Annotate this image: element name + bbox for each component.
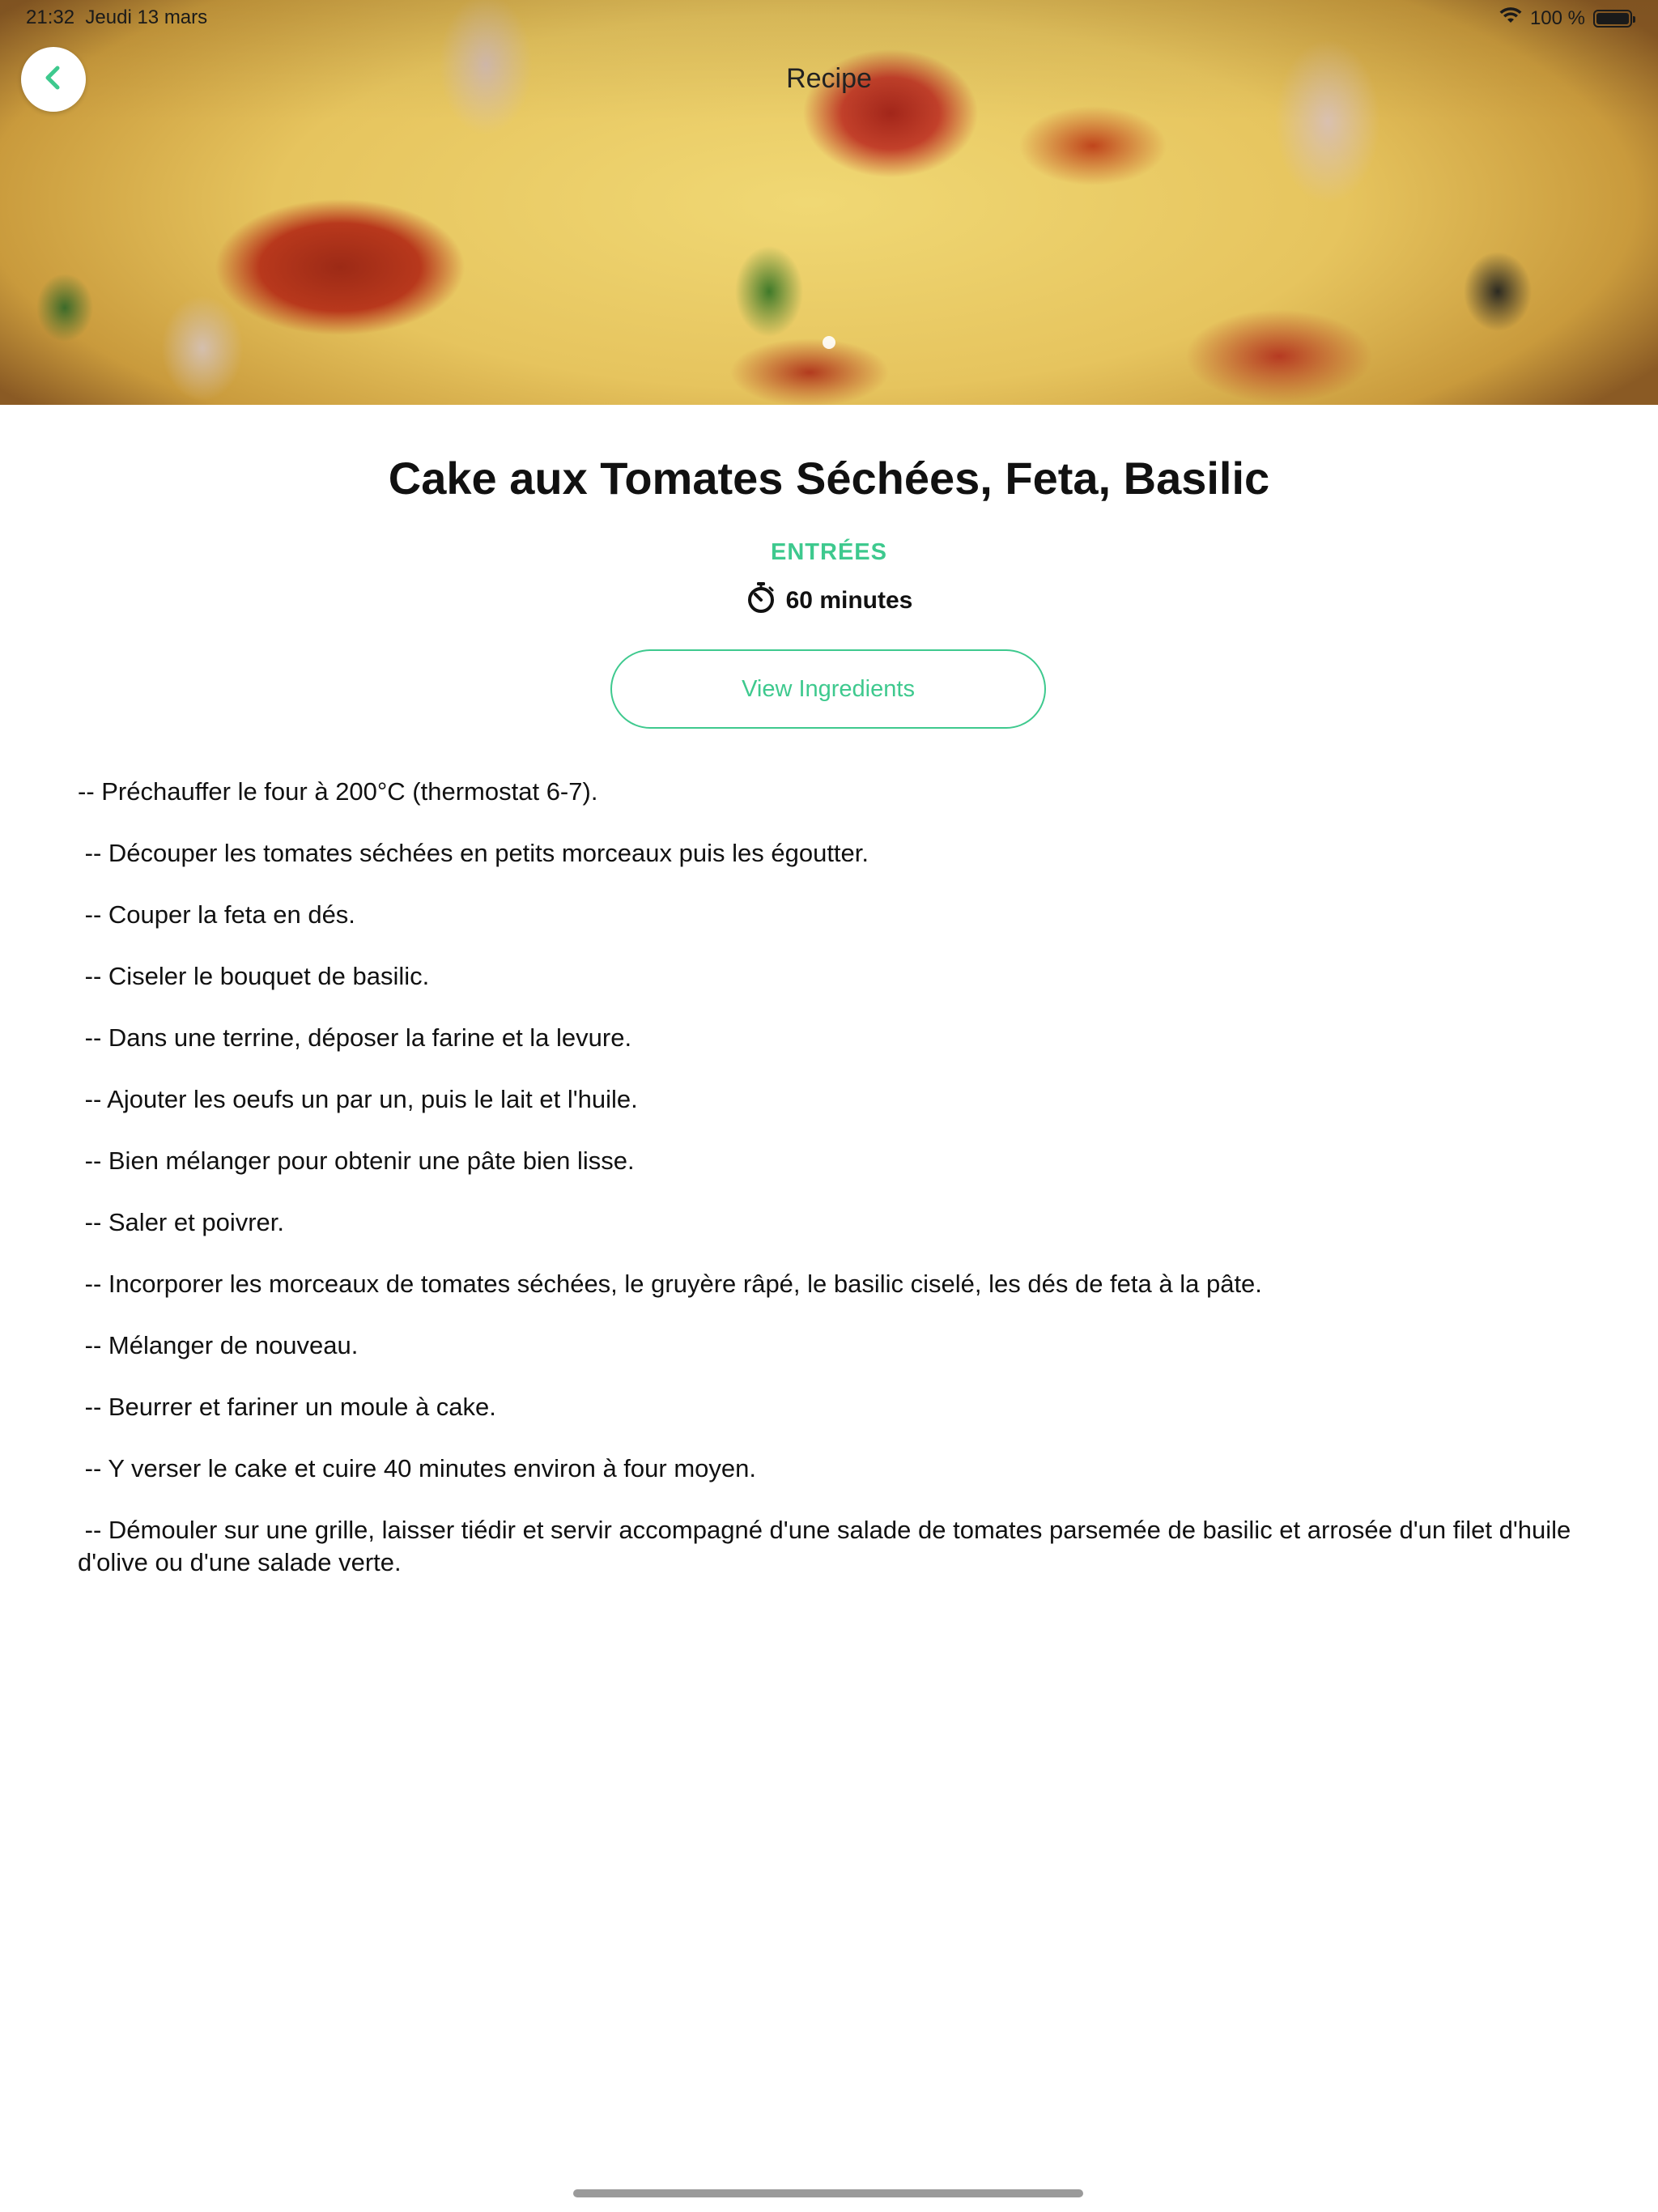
status-date: Jeudi 13 mars <box>85 6 208 28</box>
recipe-title: Cake aux Tomates Séchées, Feta, Basilic <box>388 453 1270 504</box>
recipe-step: -- Saler et poivrer. <box>78 1208 284 1236</box>
home-indicator[interactable] <box>573 2189 1083 2197</box>
battery-percentage: 100 % <box>1529 6 1585 29</box>
status-indicators: 100 % <box>1499 6 1635 30</box>
page-indicator-dot[interactable] <box>823 336 835 349</box>
recipe-step: -- Mélanger de nouveau. <box>78 1331 359 1359</box>
status-bar: 21:32 Jeudi 13 mars 100 % <box>0 0 1658 37</box>
recipe-step: -- Ciseler le bouquet de basilic. <box>78 962 430 990</box>
duration-text: 60 minutes <box>785 587 913 614</box>
recipe-step: -- Démouler sur une grille, laisser tiéd… <box>78 1516 1578 1576</box>
stopwatch-icon <box>746 581 776 620</box>
recipe-step: -- Y verser le cake et cuire 40 minutes … <box>78 1454 756 1482</box>
battery-icon <box>1593 9 1635 28</box>
battery-fill <box>1596 12 1629 24</box>
recipe-step: -- Préchauffer le four à 200°C (thermost… <box>78 777 598 806</box>
recipe-step: -- Dans une terrine, déposer la farine e… <box>78 1023 632 1052</box>
recipe-step: -- Couper la feta en dés. <box>78 900 355 929</box>
recipe-step: -- Beurrer et fariner un moule à cake. <box>78 1393 496 1421</box>
recipe-step: -- Bien mélanger pour obtenir une pâte b… <box>78 1146 635 1175</box>
status-time: 21:32 <box>26 6 75 28</box>
nav-title: Recipe <box>786 63 872 94</box>
status-time-date: 21:32 Jeudi 13 mars <box>26 6 207 29</box>
recipe-duration: 60 minutes <box>0 581 1658 620</box>
recipe-steps: -- Préchauffer le four à 200°C (thermost… <box>78 776 1592 1608</box>
recipe-step: -- Découper les tomates séchées en petit… <box>78 839 869 867</box>
wifi-icon <box>1499 6 1522 30</box>
recipe-step: -- Incorporer les morceaux de tomates sé… <box>78 1270 1262 1298</box>
recipe-category: ENTRÉES <box>771 539 887 565</box>
recipe-step: -- Ajouter les oeufs un par un, puis le … <box>78 1085 638 1113</box>
view-ingredients-button[interactable]: View Ingredients <box>610 649 1046 729</box>
